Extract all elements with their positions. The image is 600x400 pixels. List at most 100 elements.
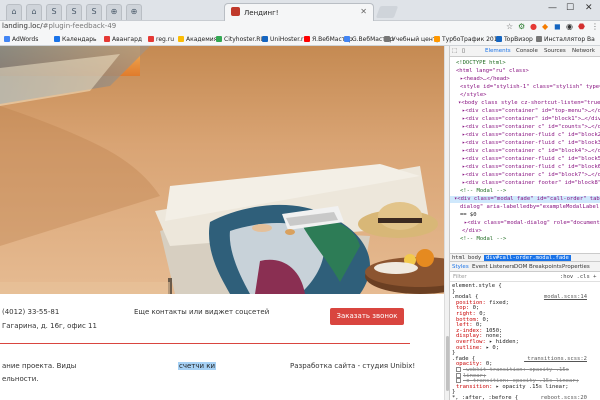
bookmark-label: TopВизор xyxy=(504,36,533,43)
minimize-button[interactable]: — xyxy=(548,3,557,13)
pinned-tab[interactable]: S xyxy=(66,4,82,20)
page-viewport: (4012) 33-55-81 Гагарина, д. 16г, офис 1… xyxy=(0,46,444,400)
crumb-html[interactable]: html xyxy=(452,255,465,261)
inspect-element-icon[interactable]: ⬚ xyxy=(452,48,457,54)
dom-node-selected[interactable]: ▾<div class="modal fade" id="call-order"… xyxy=(450,196,600,203)
devtools-panel: ⬚ ▯ Elements Console Sources Network <!D… xyxy=(449,46,600,400)
bookmark-favicon-icon xyxy=(104,36,110,42)
tab-strip: ⌂ ⌂ S S S ⊕ ⊕ Лендинг! ✕ — ☐ ✕ xyxy=(0,0,600,21)
css-selector[interactable]: *, :after, :before {reboot.scss:20 xyxy=(452,395,587,400)
pinned-tab[interactable]: ⊕ xyxy=(106,4,122,20)
tab-title: Лендинг! xyxy=(244,9,279,17)
crumb-selected[interactable]: div#call-order.modal.fade xyxy=(484,255,571,261)
bookmark-item[interactable]: Cityhoster.RU xyxy=(216,36,265,43)
device-toggle-icon[interactable]: ▯ xyxy=(462,48,465,54)
bookmark-item[interactable]: reg.ru xyxy=(148,36,174,43)
tab-elements[interactable]: Elements xyxy=(485,48,511,54)
property-checkbox[interactable] xyxy=(456,378,461,384)
close-window-button[interactable]: ✕ xyxy=(585,3,593,13)
property-checkbox[interactable] xyxy=(456,372,461,378)
bookmark-item[interactable]: UniHoster.ru xyxy=(262,36,307,43)
dom-node[interactable]: ▸<div class="container" id="block1">…</d… xyxy=(450,116,600,123)
pinned-tab[interactable]: S xyxy=(46,4,62,20)
bookmark-label: Календарь xyxy=(62,36,97,43)
developer-credit[interactable]: Разработка сайта - студия Unibix! xyxy=(290,362,415,370)
phone-number: (4012) 33-55-81 xyxy=(2,308,60,316)
bookmark-item[interactable]: Академия xyxy=(178,36,217,43)
filter-input[interactable]: Filter xyxy=(453,274,467,280)
dom-node[interactable]: ▸<div class="container-fluid c" id="bloc… xyxy=(450,156,600,163)
subtab-properties[interactable]: Properties xyxy=(562,264,590,270)
filter-tools[interactable]: :hov .cls + xyxy=(560,274,596,280)
dom-node[interactable]: <style id="stylish-1" class="stylish" ty… xyxy=(450,84,600,91)
bookmark-item[interactable]: Учебный центр xyxy=(384,36,440,43)
dom-node[interactable]: </style> xyxy=(450,92,487,99)
bookmark-item[interactable]: AdWords xyxy=(4,36,38,43)
extension-stop-icon[interactable]: ⬣ xyxy=(578,22,585,31)
dom-node[interactable]: ▸<div class="modal-dialog" role="documen… xyxy=(450,220,600,227)
dom-node[interactable]: ▸<div class="container-fluid c" id="bloc… xyxy=(450,164,600,171)
close-tab-icon[interactable]: ✕ xyxy=(360,7,367,16)
dom-node[interactable]: dialog" aria-labelledby="exampleModalLab… xyxy=(450,204,600,211)
bookmark-label: reg.ru xyxy=(156,36,175,43)
menu-icon[interactable]: ⋮ xyxy=(591,22,599,31)
site-favicon-icon xyxy=(231,7,240,16)
dom-node[interactable]: ▸<div class="container c" id="counts">…<… xyxy=(450,124,600,131)
new-tab-button[interactable] xyxy=(375,6,399,18)
dom-node[interactable]: ▸<div class="container c" id="block4">…<… xyxy=(450,148,600,155)
contacts-note: Еще контакты или виджет соцсетей xyxy=(134,308,270,316)
order-call-button[interactable]: Заказать звонок xyxy=(330,308,404,325)
bookmark-label: ТурбоТрафик 2017 xyxy=(442,36,502,43)
bookmark-favicon-icon xyxy=(4,36,10,42)
dom-node[interactable]: <!DOCTYPE html> xyxy=(450,60,506,67)
css-source-link[interactable]: reboot.scss:20 xyxy=(541,395,587,400)
bookmark-item[interactable]: Авангард xyxy=(104,36,142,43)
dom-node[interactable]: </div> xyxy=(450,228,482,235)
dom-node[interactable]: <!-- Modal --> xyxy=(450,188,506,195)
bookmark-label: Инсталлятор Ва xyxy=(544,36,595,43)
dom-node[interactable]: ▸<div class="container footer" id="block… xyxy=(450,180,600,187)
dom-node[interactable]: <html lang="ru" class> xyxy=(450,68,529,75)
hero-image xyxy=(0,46,444,294)
dom-node[interactable]: ▸<div class="container-fluid c" id="bloc… xyxy=(450,140,600,147)
counters-placeholder: счетчи ки xyxy=(178,362,217,370)
tab-console[interactable]: Console xyxy=(516,48,538,54)
dom-node[interactable]: ▸<div class="container-fluid c" id="bloc… xyxy=(450,132,600,139)
extension-blue-icon[interactable]: ◼ xyxy=(554,22,561,31)
bookmark-star-icon[interactable]: ☆ xyxy=(506,22,513,31)
pinned-tab[interactable]: ⌂ xyxy=(26,4,42,20)
tab-sources[interactable]: Sources xyxy=(544,48,566,54)
subtab-event-listeners[interactable]: Event Listeners xyxy=(472,264,515,270)
extension-dark-icon[interactable]: ◉ xyxy=(566,22,573,31)
property-checkbox[interactable] xyxy=(456,367,461,372)
bookmark-item[interactable]: ТурбоТрафик 2017 xyxy=(434,36,501,43)
crumb-body[interactable]: body xyxy=(468,255,481,261)
bookmark-item[interactable]: Инсталлятор Ва xyxy=(536,36,595,43)
extension-icon[interactable]: ⚙ xyxy=(518,22,525,31)
breadcrumb: html body div#call-order.modal.fade xyxy=(450,253,600,262)
url-field[interactable]: landing.loc/#plugin-feedback-49 xyxy=(2,22,116,30)
extension-red-icon[interactable]: ● xyxy=(530,22,537,31)
maximize-button[interactable]: ☐ xyxy=(566,3,574,13)
dom-node[interactable]: <!-- Modal --> xyxy=(450,236,506,243)
pinned-tab[interactable]: S xyxy=(86,4,102,20)
bookmark-favicon-icon xyxy=(262,36,268,42)
bookmark-item[interactable]: TopВизор xyxy=(496,36,533,43)
subtab-styles[interactable]: Styles xyxy=(452,264,469,270)
extension-orange-icon[interactable]: ◆ xyxy=(542,22,548,31)
pinned-tab[interactable]: ⌂ xyxy=(6,4,22,20)
dom-node[interactable]: ▸<div class="container c" id="block7">…<… xyxy=(450,172,600,179)
bookmark-item[interactable]: Календарь xyxy=(54,36,97,43)
pinned-tab[interactable]: ⊕ xyxy=(126,4,142,20)
bookmark-label: AdWords xyxy=(12,36,39,43)
dom-node[interactable]: ▸<head>…</head> xyxy=(450,76,510,83)
dom-node[interactable]: == $0 xyxy=(450,212,477,219)
dom-node[interactable]: ▾<body class style cz-shortcut-listen="t… xyxy=(450,100,600,107)
dom-node[interactable]: ▸<div class="container" id="top-menu">…<… xyxy=(450,108,600,115)
tab-network[interactable]: Network xyxy=(572,48,595,54)
bookmark-label: Академия xyxy=(186,36,218,43)
styles-filter[interactable]: Filter :hov .cls + xyxy=(450,272,600,282)
subtab-dom-breakpoints[interactable]: DOM Breakpoints xyxy=(514,264,562,270)
tab-active[interactable]: Лендинг! ✕ xyxy=(224,3,374,21)
office-address: Гагарина, д. 16г, офис 11 xyxy=(2,322,97,330)
